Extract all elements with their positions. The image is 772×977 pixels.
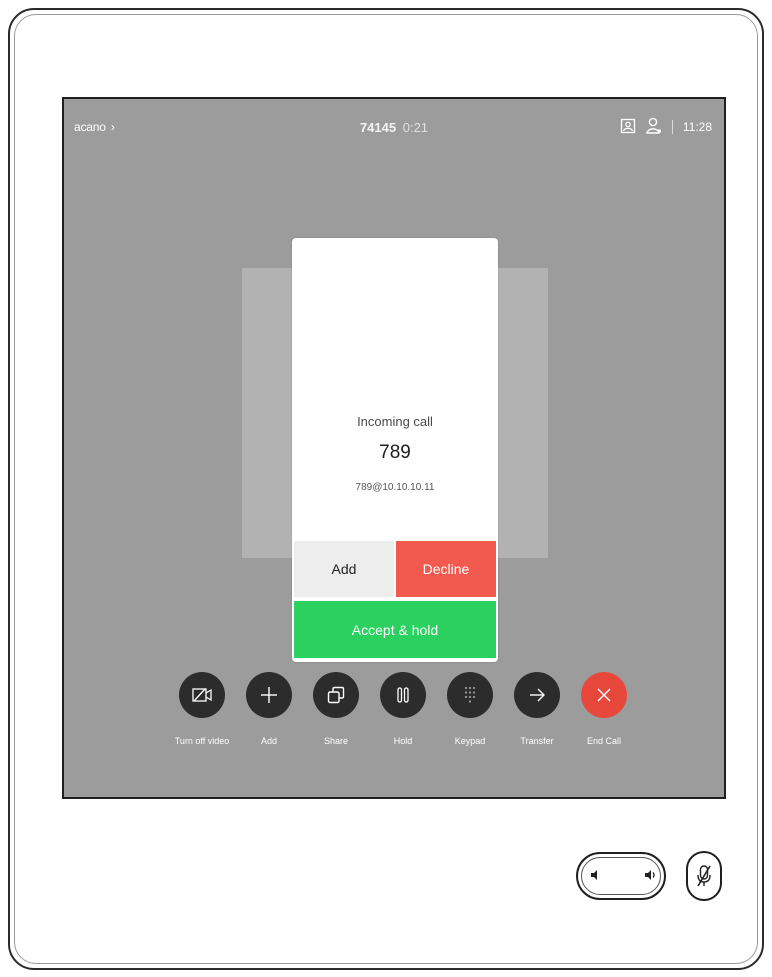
end-call-label: End Call [586,736,622,746]
decline-button[interactable]: Decline [396,541,496,597]
volume-up-icon[interactable] [644,868,658,887]
add-call-circle[interactable] [246,672,292,718]
transfer-label: Transfer [520,736,554,746]
status-right: 11:28 [620,117,712,137]
mute-button[interactable] [686,851,722,901]
hold-label: Hold [393,736,413,746]
end-call-button[interactable]: End Call [571,672,637,746]
end-call-circle[interactable] [581,672,627,718]
keypad-circle[interactable] [447,672,493,718]
person-icon[interactable] [646,117,662,138]
call-duration: 0:21 [402,120,429,135]
incoming-call-dialog: Incoming call 789 789@10.10.10.11 Add De… [292,238,498,662]
volume-down-icon[interactable] [590,868,600,887]
keypad-label: Keypad [454,736,486,746]
add-button[interactable]: Add [294,541,394,597]
arrow-right-icon [530,688,545,702]
add-call-label: Add [260,736,277,746]
keypad-icon [464,686,476,703]
share-label: Share [323,736,349,746]
hold-button[interactable]: Hold [370,672,436,746]
add-call-button[interactable]: Add [236,672,302,746]
turn-off-video-circle[interactable] [179,672,225,718]
close-icon [597,688,611,702]
pause-icon [397,687,409,703]
accept-and-hold-button[interactable]: Accept & hold [294,601,496,658]
status-bar: acano › 74145 0:21 11:28 [64,99,724,159]
share-icon [327,686,345,704]
keypad-button[interactable]: Keypad [437,672,503,746]
plus-icon [261,687,277,703]
turn-off-video-button[interactable]: Turn off video [169,672,235,746]
incoming-call-title: Incoming call [357,414,433,429]
caller-number: 789 [379,442,411,463]
mic-mute-icon [697,865,711,887]
caller-uri: 789@10.10.10.11 [355,482,435,493]
volume-rocker[interactable] [576,852,666,900]
share-circle[interactable] [313,672,359,718]
status-separator [671,120,673,134]
transfer-circle[interactable] [514,672,560,718]
call-number: 74145 [359,120,397,135]
share-button[interactable]: Share [303,672,369,746]
turn-off-video-label: Turn off video [174,736,230,746]
hold-circle[interactable] [380,672,426,718]
clock: 11:28 [682,120,712,134]
touch-screen: acano › 74145 0:21 11:28 Incoming call 7… [62,97,726,799]
camera-off-icon [192,688,212,702]
self-view-icon[interactable] [620,118,636,137]
transfer-button[interactable]: Transfer [504,672,570,746]
